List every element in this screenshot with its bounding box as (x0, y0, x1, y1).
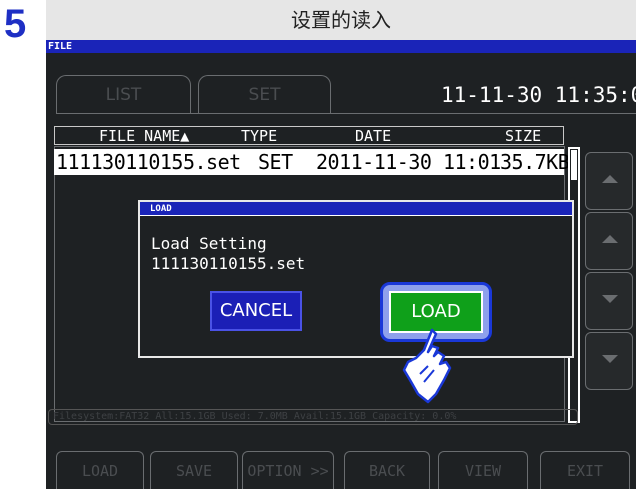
scroll-down-button[interactable] (585, 272, 633, 330)
cancel-button[interactable]: CANCEL (210, 291, 302, 331)
arrow-down-icon (602, 295, 618, 303)
back-function-button[interactable]: BACK (344, 451, 430, 489)
tab-list[interactable]: LIST (56, 75, 191, 113)
view-function-button[interactable]: VIEW (438, 451, 528, 489)
dialog-message: Load Setting (151, 234, 267, 253)
col-type[interactable]: TYPE (241, 127, 277, 145)
clock: 11-11-30 11:35:09 (441, 83, 636, 107)
scroll-up-button[interactable] (585, 212, 633, 270)
caption-title: 设置的读入 (46, 0, 636, 40)
column-header: FILE NAME▲ TYPE DATE SIZE (54, 126, 564, 145)
exit-function-button[interactable]: EXIT (540, 451, 630, 489)
file-size-cell: 35.7KB (500, 150, 570, 174)
dialog-file-name: 111130110155.set (151, 254, 306, 273)
arrow-up-icon (602, 235, 618, 243)
page-down-button[interactable] (585, 332, 633, 390)
file-type-cell: SET (258, 150, 293, 174)
option-function-button[interactable]: OPTION >> (242, 451, 334, 489)
tab-divider (56, 113, 636, 114)
arrow-up-icon (602, 175, 618, 183)
dialog-title: LOAD (140, 202, 572, 216)
scroll-thumb[interactable] (571, 150, 577, 180)
save-function-button[interactable]: SAVE (150, 451, 238, 489)
file-date-cell: 2011-11-30 11:01 (316, 150, 501, 174)
device-screen: FILE LIST SET 11-11-30 11:35:09 FILE NAM… (46, 40, 636, 489)
load-button[interactable]: LOAD (389, 291, 483, 333)
load-function-button[interactable]: LOAD (56, 451, 144, 489)
load-dialog: LOAD Load Setting 111130110155.set CANCE… (138, 200, 574, 358)
file-name-cell: 111130110155.set (56, 150, 241, 174)
step-number: 5 (4, 2, 27, 46)
hand-pointer-icon (402, 328, 452, 404)
col-file-name[interactable]: FILE NAME▲ (99, 127, 189, 145)
col-date[interactable]: DATE (355, 127, 391, 145)
table-row[interactable]: 111130110155.set SET 2011-11-30 11:01 35… (54, 149, 570, 175)
arrow-down-icon (602, 355, 618, 363)
page-up-button[interactable] (585, 152, 633, 210)
tab-set[interactable]: SET (198, 75, 331, 113)
status-bar: Filesystem:FAT32 All:15.1GB Used: 7.0MB … (48, 409, 578, 425)
window-title: FILE (46, 40, 636, 53)
col-size[interactable]: SIZE (505, 127, 541, 145)
